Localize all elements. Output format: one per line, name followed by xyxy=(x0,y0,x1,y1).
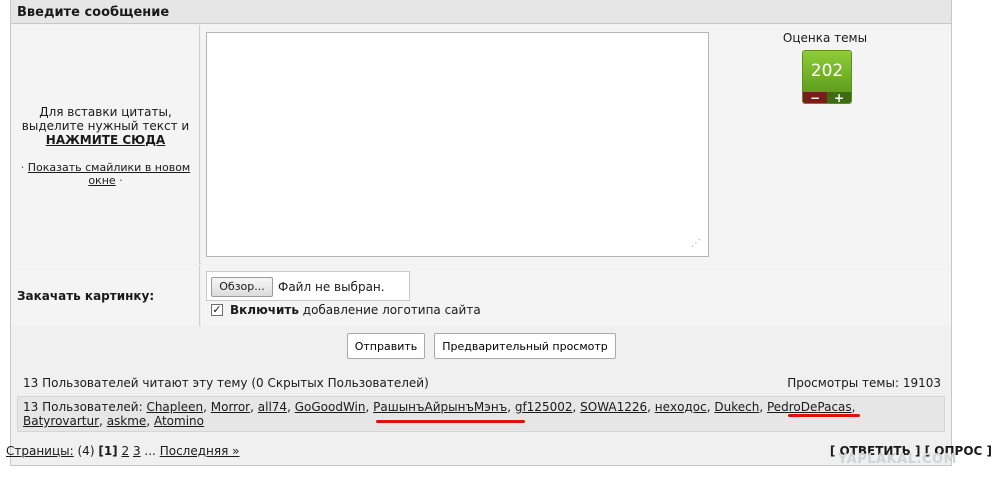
logo-checkbox-text: добавление логотипа сайта xyxy=(302,303,481,317)
pages-count: (4) xyxy=(77,444,95,458)
upload-row: Закачать картинку: Обзор... Файл не выбр… xyxy=(11,265,951,326)
reader-list-prefix: 13 Пользователей: xyxy=(23,400,143,414)
highlight-underline xyxy=(788,414,860,417)
quote-help: Для вставки цитаты, выделите нужный текс… xyxy=(17,105,194,147)
smiles-help: · Показать смайлики в новом окне · xyxy=(17,161,194,187)
readers-summary: 13 Пользователей читают эту тему (0 Скры… xyxy=(23,376,429,390)
file-input[interactable]: Обзор... Файл не выбран. xyxy=(206,271,410,301)
page-link-2[interactable]: 2 xyxy=(121,444,129,458)
highlight-underline xyxy=(376,420,525,423)
rating-plus-button[interactable]: + xyxy=(827,92,851,103)
pages-ellipsis: ... xyxy=(144,444,156,458)
last-page-link[interactable]: Последняя » xyxy=(160,444,240,458)
reader-user-link[interactable]: GoGoodWin xyxy=(295,400,366,414)
reader-user-link[interactable]: Chapleen xyxy=(146,400,203,414)
logo-checkbox[interactable]: ✓ xyxy=(211,304,223,316)
reader-user-link[interactable]: РашынъАйрынъМэнъ xyxy=(373,400,507,414)
reader-user-link[interactable]: Batyrovartur xyxy=(23,414,99,428)
quote-help-line1: Для вставки цитаты, xyxy=(39,105,172,119)
reader-user-link[interactable]: неходос xyxy=(655,400,707,414)
reader-user-link[interactable]: Dukech xyxy=(714,400,759,414)
logo-checkbox-bold: Включить xyxy=(230,303,299,317)
reader-user-link[interactable]: Atomino xyxy=(154,414,204,428)
quote-insert-link[interactable]: НАЖМИТЕ СЮДА xyxy=(46,133,165,147)
readers-section: 13 Пользователей читают эту тему (0 Скры… xyxy=(11,366,951,434)
file-status: Файл не выбран. xyxy=(278,280,385,294)
send-button[interactable]: Отправить xyxy=(347,333,425,359)
reader-user-link[interactable]: askme xyxy=(107,414,147,428)
logo-checkbox-label: Включить добавление логотипа сайта xyxy=(230,303,481,317)
pages-label[interactable]: Страницы: xyxy=(6,444,74,458)
rating-widget: 202 − + xyxy=(802,50,852,104)
message-edit-cell: ⋰ Оценка темы 202 − + xyxy=(201,25,951,264)
message-textarea[interactable] xyxy=(206,32,709,257)
smiles-suffix: · xyxy=(119,174,123,187)
site-watermark: YAPLAKAL.COM xyxy=(838,452,957,467)
current-page: [1] xyxy=(98,444,118,458)
pagination: Страницы: (4) [1] 2 3 ... Последняя » xyxy=(6,444,239,458)
browse-button[interactable]: Обзор... xyxy=(211,277,273,297)
rating-minus-button[interactable]: − xyxy=(803,92,827,103)
reader-user-link[interactable]: PedroDePacas xyxy=(767,400,852,414)
message-row: Для вставки цитаты, выделите нужный текс… xyxy=(11,25,951,264)
rating-buttons: − + xyxy=(803,92,851,103)
message-help-cell: Для вставки цитаты, выделите нужный текс… xyxy=(11,25,200,264)
upload-cell: Обзор... Файл не выбран. ✓ Включить доба… xyxy=(201,265,951,326)
preview-button[interactable]: Предварительный просмотр xyxy=(434,333,616,359)
reply-form-panel: Введите сообщение Для вставки цитаты, вы… xyxy=(10,0,952,466)
show-smiles-link[interactable]: Показать смайлики в новом окне xyxy=(28,161,190,187)
topic-views: Просмотры темы: 19103 xyxy=(787,376,941,390)
quote-help-line2: выделите нужный текст и xyxy=(21,119,190,133)
form-header: Введите сообщение xyxy=(11,0,951,24)
rating-value: 202 xyxy=(803,51,851,92)
reader-user-link[interactable]: all74 xyxy=(258,400,287,414)
reader-user-link[interactable]: gf125002 xyxy=(515,400,573,414)
reader-user-link[interactable]: Morror xyxy=(211,400,250,414)
submit-row: Отправить Предварительный просмотр xyxy=(11,327,951,365)
smiles-prefix: · xyxy=(20,161,25,174)
resize-grip-icon[interactable]: ⋰ xyxy=(691,239,703,251)
reader-user-link[interactable]: SOWA1226 xyxy=(580,400,647,414)
rating-label: Оценка темы xyxy=(782,31,868,45)
upload-label: Закачать картинку: xyxy=(11,265,200,326)
page-link-3[interactable]: 3 xyxy=(133,444,141,458)
